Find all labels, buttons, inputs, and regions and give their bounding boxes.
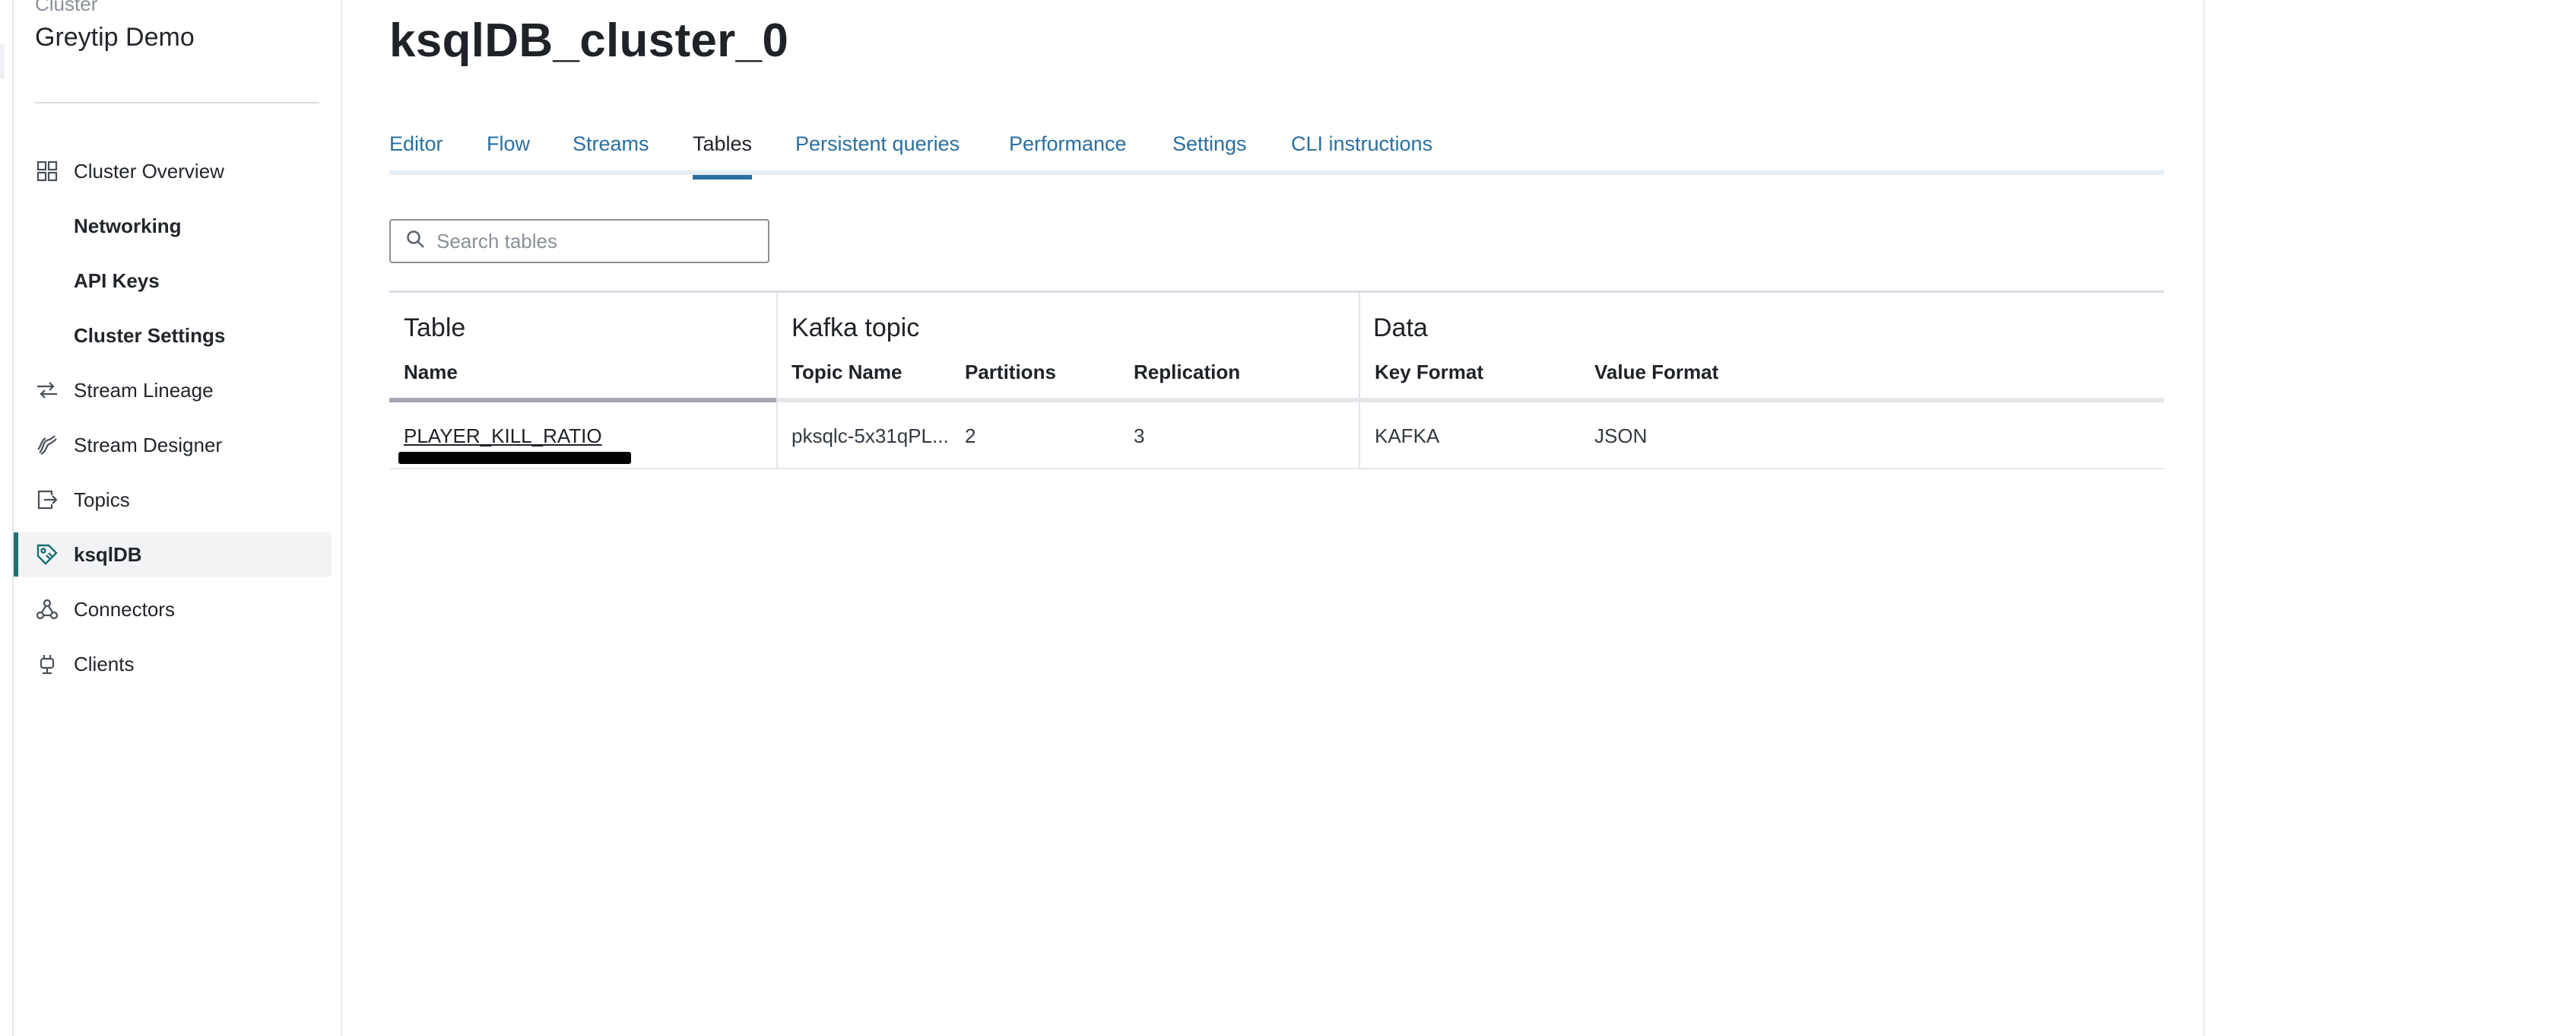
ksqldb-icon bbox=[35, 542, 59, 567]
app-window: Cluster Greytip Demo Cluster Overview Ne… bbox=[0, 0, 2576, 1036]
tab-flow[interactable]: Flow bbox=[487, 132, 530, 175]
column-group-separator bbox=[1359, 293, 1360, 469]
table-top-border bbox=[389, 291, 2164, 293]
page-edge-notch bbox=[0, 44, 5, 79]
header-bottom-border bbox=[776, 398, 2164, 402]
search-input[interactable] bbox=[435, 228, 754, 254]
sidebar-item-label: Stream Designer bbox=[74, 433, 223, 456]
sidebar-item-ksqldb[interactable]: ksqlDB bbox=[14, 532, 332, 577]
cluster-label: Cluster bbox=[35, 0, 98, 15]
clients-icon bbox=[35, 652, 59, 676]
sidebar-item-label: ksqlDB bbox=[74, 542, 142, 566]
connectors-icon bbox=[35, 597, 59, 621]
column-group-separator bbox=[776, 293, 778, 469]
topics-icon bbox=[35, 488, 59, 512]
sidebar-item-connectors[interactable]: Connectors bbox=[14, 587, 332, 631]
tab-performance[interactable]: Performance bbox=[1009, 132, 1127, 175]
sidebar-item-label: Topics bbox=[74, 488, 130, 511]
sidebar-nav: Cluster Overview Networking API Keys Clu… bbox=[14, 149, 332, 697]
redaction-mark bbox=[398, 452, 631, 464]
sidebar-item-label: Connectors bbox=[74, 597, 175, 621]
cell-key-format: KAFKA bbox=[1375, 424, 1440, 447]
tab-tables[interactable]: Tables bbox=[693, 132, 753, 180]
cell-topic-name: pksqlc-5x31qPL... bbox=[792, 424, 949, 447]
search-icon bbox=[406, 230, 426, 253]
designer-icon bbox=[35, 433, 59, 457]
tab-settings[interactable]: Settings bbox=[1172, 132, 1247, 175]
sidebar-item-cluster-settings[interactable]: Cluster Settings bbox=[14, 313, 332, 358]
page-edge-right bbox=[2203, 0, 2205, 1036]
sidebar-item-label: Cluster Settings bbox=[74, 323, 226, 347]
column-header-value-format[interactable]: Value Format bbox=[1594, 361, 1718, 384]
sidebar-divider bbox=[35, 102, 319, 103]
sidebar-item-clients[interactable]: Clients bbox=[14, 642, 332, 686]
sort-indicator bbox=[389, 398, 776, 402]
tables-table: Table Kafka topic Data Name Topic Name P… bbox=[389, 291, 2164, 470]
group-header-table: Table bbox=[404, 313, 466, 342]
page-title: ksqlDB_cluster_0 bbox=[389, 14, 789, 67]
sidebar-item-stream-designer[interactable]: Stream Designer bbox=[14, 423, 332, 467]
page-edge-left bbox=[0, 0, 14, 1036]
tab-cli-instructions[interactable]: CLI instructions bbox=[1291, 132, 1432, 175]
group-header-data: Data bbox=[1373, 313, 1428, 342]
sidebar-item-label: API Keys bbox=[74, 269, 160, 292]
column-header-name[interactable]: Name bbox=[404, 361, 458, 384]
column-header-topic-name[interactable]: Topic Name bbox=[792, 361, 902, 384]
sidebar-item-topics[interactable]: Topics bbox=[14, 478, 332, 522]
lineage-icon bbox=[35, 378, 59, 402]
cell-partitions: 2 bbox=[965, 424, 976, 447]
cluster-name: Greytip Demo bbox=[35, 23, 195, 52]
cell-replication: 3 bbox=[1134, 424, 1145, 447]
sidebar: Cluster Greytip Demo Cluster Overview Ne… bbox=[14, 0, 342, 1036]
sidebar-item-label: Clients bbox=[74, 652, 135, 675]
sidebar-item-stream-lineage[interactable]: Stream Lineage bbox=[14, 368, 332, 412]
sidebar-item-label: Cluster Overview bbox=[74, 159, 224, 183]
sidebar-item-cluster-overview[interactable]: Cluster Overview bbox=[14, 149, 332, 193]
sidebar-item-label: Stream Lineage bbox=[74, 378, 214, 402]
tab-bar: Editor Flow Streams Tables Persistent qu… bbox=[389, 128, 2164, 180]
cell-value-format: JSON bbox=[1594, 424, 1648, 447]
sidebar-item-api-keys[interactable]: API Keys bbox=[14, 259, 332, 303]
table-row-border bbox=[389, 468, 2164, 469]
sidebar-item-label: Networking bbox=[74, 214, 182, 237]
group-header-kafka-topic: Kafka topic bbox=[792, 313, 920, 342]
column-header-replication[interactable]: Replication bbox=[1134, 361, 1240, 384]
search-box bbox=[389, 219, 769, 263]
tab-editor[interactable]: Editor bbox=[389, 132, 443, 175]
tab-persistent-queries[interactable]: Persistent queries bbox=[795, 132, 960, 175]
tab-streams[interactable]: Streams bbox=[573, 132, 649, 175]
table-name-link[interactable]: PLAYER_KILL_RATIO bbox=[404, 424, 602, 448]
column-header-key-format[interactable]: Key Format bbox=[1375, 361, 1483, 384]
sidebar-item-networking[interactable]: Networking bbox=[14, 204, 332, 248]
column-header-partitions[interactable]: Partitions bbox=[965, 361, 1056, 384]
grid-icon bbox=[35, 159, 59, 183]
